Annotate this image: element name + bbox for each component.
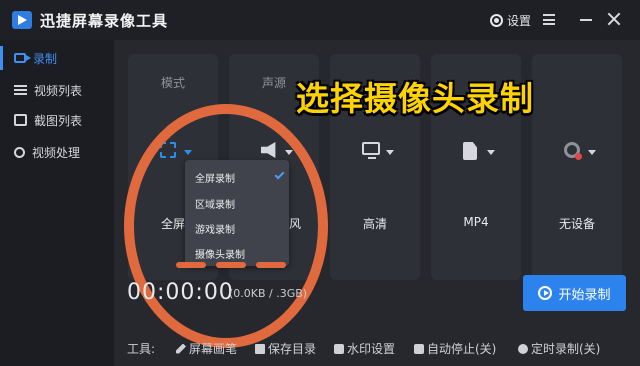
- chevron-down-icon[interactable]: [386, 150, 394, 155]
- card-value: 无设备: [558, 217, 595, 231]
- tools-icon: [14, 146, 25, 158]
- card-title: 模式: [160, 76, 185, 90]
- recording-timer: 00:00:00: [127, 280, 234, 305]
- sidebar-item-label: 录制: [33, 51, 58, 66]
- sidebar-item-label: 视频处理: [32, 145, 81, 160]
- sidebar-item-screenshot-list[interactable]: 截图列表: [0, 104, 114, 136]
- chevron-down-icon[interactable]: [588, 150, 596, 155]
- annotation-underline: [176, 262, 206, 268]
- annotation-circle: [124, 104, 328, 348]
- clock-icon: [518, 343, 528, 354]
- gear-icon: [490, 14, 503, 27]
- file-size-info: (0.0KB / .3GB): [229, 287, 308, 300]
- play-icon: [538, 286, 553, 300]
- app-logo-icon: [12, 11, 32, 29]
- sidebar: 录制 视频列表 截图列表 视频处理: [0, 40, 114, 366]
- annotation-underline: [256, 262, 286, 268]
- watermark-icon: [334, 343, 344, 354]
- start-recording-label: 开始录制: [558, 287, 611, 303]
- monitor-icon: [362, 142, 380, 159]
- app-title: 迅捷屏幕录像工具: [40, 12, 169, 30]
- sidebar-item-label: 视频列表: [34, 83, 83, 98]
- tool-label: 自动停止(关): [427, 342, 497, 356]
- sidebar-item-label: 截图列表: [34, 113, 83, 128]
- close-icon[interactable]: [607, 12, 621, 26]
- settings-button[interactable]: 设置: [490, 12, 531, 29]
- pen-icon: [176, 343, 186, 354]
- card-value: MP4: [463, 215, 489, 229]
- annotation-banner: 选择摄像头录制: [296, 79, 534, 118]
- image-icon: [14, 114, 27, 126]
- auto-stop-button[interactable]: 自动停止(关): [414, 340, 496, 357]
- webcam-icon: [564, 142, 582, 160]
- pause-icon: [414, 343, 424, 354]
- minimize-icon[interactable]: [580, 19, 592, 21]
- file-icon: [463, 142, 477, 160]
- camera-card[interactable]: 无设备: [532, 54, 622, 280]
- annotation-underline: [216, 262, 246, 268]
- chevron-down-icon[interactable]: [487, 150, 495, 155]
- tool-label: 水印设置: [347, 342, 396, 356]
- tool-label: 定时录制(关): [531, 342, 601, 356]
- folder-icon: [255, 343, 265, 354]
- tool-label: 屏幕画笔: [189, 342, 238, 356]
- settings-label: 设置: [507, 14, 532, 28]
- scheduled-record-button[interactable]: 定时录制(关): [518, 340, 600, 357]
- screen-pen-button[interactable]: 屏幕画笔: [176, 340, 237, 357]
- start-recording-button[interactable]: 开始录制: [523, 275, 626, 311]
- list-icon: [14, 85, 27, 95]
- card-value: 高清: [362, 217, 387, 231]
- watermark-settings-button[interactable]: 水印设置: [334, 340, 395, 357]
- sidebar-item-video-processing[interactable]: 视频处理: [0, 136, 114, 168]
- title-bar: 迅捷屏幕录像工具 设置: [0, 0, 640, 40]
- sidebar-item-video-list[interactable]: 视频列表: [0, 74, 114, 106]
- menu-icon[interactable]: [543, 14, 555, 25]
- tool-label: 保存目录: [268, 342, 317, 356]
- video-icon: [14, 53, 31, 63]
- sidebar-item-record[interactable]: 录制: [0, 42, 114, 74]
- tools-label: 工具:: [127, 342, 156, 356]
- save-directory-button[interactable]: 保存目录: [255, 340, 316, 357]
